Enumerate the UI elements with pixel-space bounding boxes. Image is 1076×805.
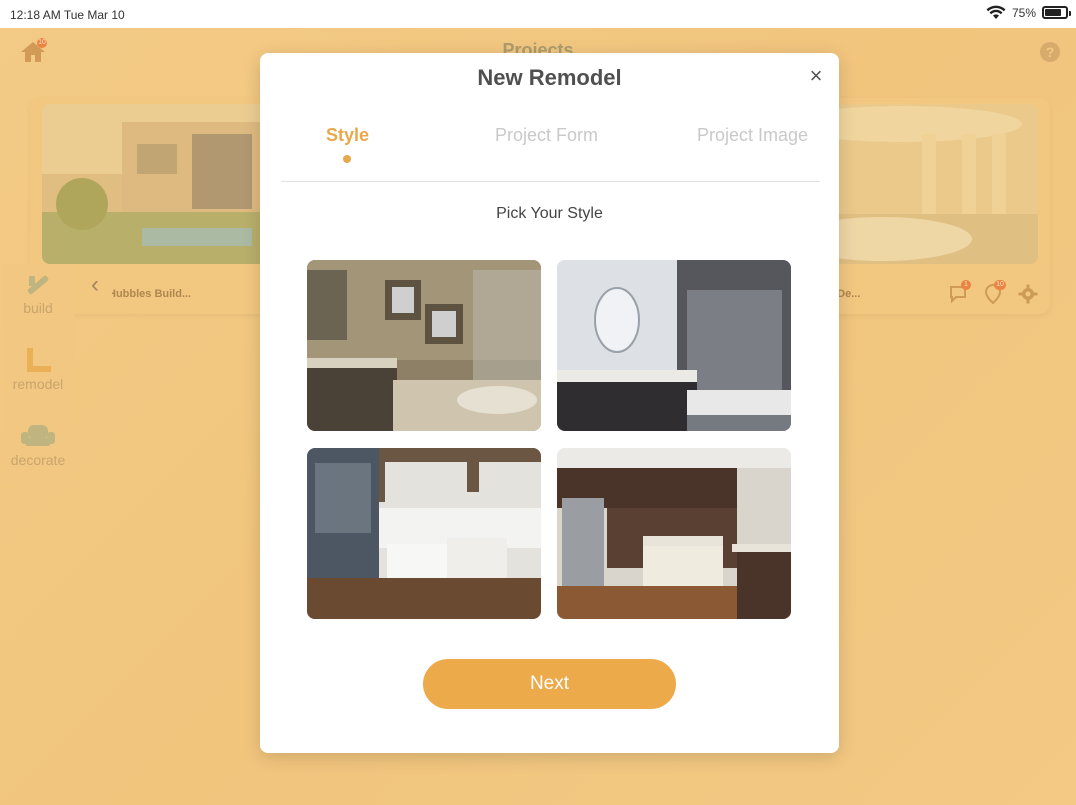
style-option-bathroom-beige[interactable] — [307, 260, 541, 431]
tab-project-image[interactable]: Project Image — [697, 125, 808, 146]
status-bar: 12:18 AM Tue Mar 10 75% — [0, 0, 1076, 28]
battery-icon — [1042, 6, 1071, 19]
close-button[interactable]: × — [805, 65, 827, 87]
tab-project-form[interactable]: Project Form — [495, 125, 598, 146]
next-button[interactable]: Next — [423, 659, 676, 709]
tab-style[interactable]: Style — [326, 125, 369, 146]
status-time: 12:18 AM Tue Mar 10 — [10, 8, 125, 22]
wifi-icon — [986, 5, 1006, 19]
style-option-kitchen-white[interactable] — [307, 448, 541, 619]
dialog-title: New Remodel — [477, 65, 622, 90]
active-tab-indicator — [343, 155, 351, 163]
new-remodel-dialog: New Remodel × Style Project Form Project… — [260, 53, 839, 753]
style-option-kitchen-wood[interactable] — [557, 448, 791, 619]
wizard-tabs: Style Project Form Project Image — [281, 123, 820, 182]
battery-percent: 75% — [1011, 5, 1036, 20]
style-options-grid — [307, 260, 792, 620]
section-heading: Pick Your Style — [496, 205, 603, 222]
style-option-bathroom-grey[interactable] — [557, 260, 791, 431]
